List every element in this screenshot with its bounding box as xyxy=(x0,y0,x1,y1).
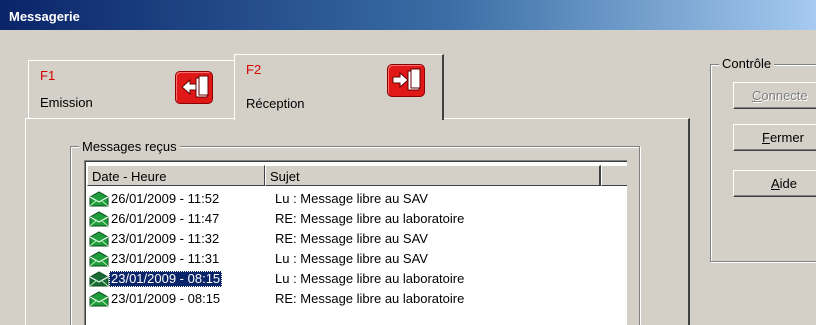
envelope-read-icon xyxy=(89,191,109,210)
tab-label-emission: Emission xyxy=(40,95,93,110)
envelope-read-icon xyxy=(89,271,109,290)
messages-legend: Messages reçus xyxy=(79,139,180,154)
help-button-label: Aide xyxy=(771,176,798,191)
connect-button[interactable]: Connecte xyxy=(733,82,816,109)
message-date: 23/01/2009 - 08:15 xyxy=(109,271,223,287)
tab-reception[interactable]: F2 Réception xyxy=(234,54,444,120)
column-header-date[interactable]: Date - Heure xyxy=(87,165,265,186)
envelope-read-icon xyxy=(89,231,109,250)
list-item[interactable]: 26/01/2009 - 11:47 RE: Message libre au l… xyxy=(89,209,619,229)
window-titlebar: Messagerie xyxy=(0,0,816,30)
message-subject: RE: Message libre au laboratoire xyxy=(275,211,465,226)
envelope-read-icon xyxy=(89,291,109,310)
message-date: 23/01/2009 - 08:15 xyxy=(111,291,221,306)
message-subject: Lu : Message libre au SAV xyxy=(275,251,428,266)
list-item[interactable]: 23/01/2009 - 11:31 Lu : Message libre au … xyxy=(89,249,619,269)
message-subject: Lu : Message libre au laboratoire xyxy=(275,271,465,286)
message-subject: RE: Message libre au SAV xyxy=(275,231,428,246)
close-button-label: Fermer xyxy=(762,130,804,145)
message-date: 26/01/2009 - 11:52 xyxy=(111,191,220,206)
message-subject: RE: Message libre au laboratoire xyxy=(275,291,465,306)
inbox-icon xyxy=(387,64,425,97)
tab-key-f2: F2 xyxy=(246,62,262,77)
list-item[interactable]: 23/01/2009 - 08:15 RE: Message libre au l… xyxy=(89,289,619,309)
help-button[interactable]: Aide xyxy=(733,170,816,197)
column-header-subject[interactable]: Sujet xyxy=(265,165,601,186)
envelope-read-icon xyxy=(89,251,109,270)
list-item[interactable]: 23/01/2009 - 11:32 RE: Message libre au S… xyxy=(89,229,619,249)
message-subject: Lu : Message libre au SAV xyxy=(275,191,428,206)
tab-label-reception: Réception xyxy=(246,96,305,111)
tab-key-f1: F1 xyxy=(40,68,56,83)
tab-emission[interactable]: F1 Emission xyxy=(28,60,235,118)
column-header-filler xyxy=(601,165,627,186)
controle-legend: Contrôle xyxy=(719,56,775,71)
list-header: Date - Heure Sujet xyxy=(87,165,627,186)
message-date: 26/01/2009 - 11:47 xyxy=(111,211,220,226)
envelope-read-icon xyxy=(89,211,109,230)
outbox-icon xyxy=(175,71,213,104)
message-date: 23/01/2009 - 11:32 xyxy=(111,231,220,246)
connect-button-label: Connecte xyxy=(752,88,808,103)
window-title: Messagerie xyxy=(9,9,80,24)
list-item[interactable]: 26/01/2009 - 11:52 Lu : Message libre au … xyxy=(89,189,619,209)
list-item[interactable]: 23/01/2009 - 08:15 Lu : Message libre au … xyxy=(89,269,619,289)
close-button[interactable]: Fermer xyxy=(733,124,816,151)
messages-list[interactable]: Date - Heure Sujet 26/01/2009 - 11:52 Lu … xyxy=(84,160,627,325)
message-date: 23/01/2009 - 11:31 xyxy=(111,251,220,266)
